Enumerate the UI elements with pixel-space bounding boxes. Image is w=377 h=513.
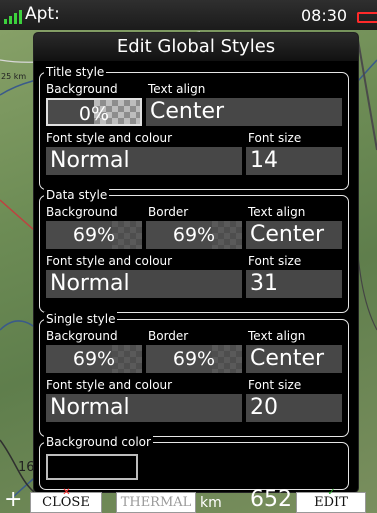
data-font-size-field[interactable]: 31: [246, 270, 342, 298]
thermal-button-label: THERMAL: [120, 495, 192, 510]
data-font-style-field[interactable]: Normal: [46, 270, 242, 298]
edit-check-icon: ✓: [327, 487, 336, 498]
single-font-style-value: Normal: [50, 395, 130, 420]
title-font-size-value: 14: [250, 148, 278, 173]
edit-global-styles-dialog: Edit Global Styles Title style Backgroun…: [34, 33, 358, 492]
data-background-label: Background: [46, 205, 118, 219]
data-text-align-field[interactable]: Center: [246, 221, 342, 249]
bottom-bar: + ✕ CLOSE THERMAL km 652 ✓ EDIT: [0, 487, 377, 513]
title-style-legend: Title style: [44, 65, 107, 79]
data-background-field[interactable]: 69%: [46, 221, 142, 249]
background-color-legend: Background color: [44, 435, 153, 449]
title-background-field[interactable]: 0%: [46, 98, 142, 126]
signal-strength-icon: [4, 8, 22, 24]
map-scale-label: 25 km: [1, 72, 27, 81]
data-text-align-value: Center: [250, 222, 325, 247]
single-font-size-label: Font size: [248, 378, 302, 392]
status-time: 08:30: [301, 6, 348, 25]
data-style-legend: Data style: [44, 188, 110, 202]
single-text-align-field[interactable]: Center: [246, 345, 342, 373]
status-bar: Apt: 08:30: [0, 0, 377, 30]
single-font-size-value: 20: [250, 395, 278, 420]
data-font-style-value: Normal: [50, 271, 130, 296]
close-mark-icon: ✕: [62, 487, 71, 498]
title-style-group: Title style Background Text align 0% Cen…: [39, 65, 349, 190]
single-background-label: Background: [46, 329, 118, 343]
data-font-style-label: Font style and colour: [46, 254, 173, 268]
data-background-value: 69%: [72, 224, 116, 246]
distance-value: 652: [250, 487, 292, 512]
single-text-align-value: Center: [250, 346, 325, 371]
title-text-align-value: Center: [150, 99, 225, 124]
distance-unit: km: [200, 495, 222, 511]
single-background-field[interactable]: 69%: [46, 345, 142, 373]
title-text-align-field[interactable]: Center: [146, 98, 342, 126]
single-style-legend: Single style: [44, 312, 118, 326]
data-font-size-label: Font size: [248, 254, 302, 268]
title-background-value: 0%: [78, 103, 110, 125]
map-edge-number: 16: [18, 460, 35, 475]
title-font-style-value: Normal: [50, 148, 130, 173]
dialog-title: Edit Global Styles: [34, 33, 358, 61]
data-font-size-value: 31: [250, 271, 278, 296]
data-border-field[interactable]: 69%: [146, 221, 242, 249]
single-border-field[interactable]: 69%: [146, 345, 242, 373]
title-background-label: Background: [46, 82, 118, 96]
single-font-style-label: Font style and colour: [46, 378, 173, 392]
zoom-plus[interactable]: +: [4, 487, 22, 512]
title-font-size-label: Font size: [248, 131, 302, 145]
single-border-label: Border: [148, 329, 189, 343]
edit-button[interactable]: ✓ EDIT: [296, 488, 366, 513]
background-color-group: Background color: [39, 435, 349, 490]
title-font-size-field[interactable]: 14: [246, 147, 342, 175]
single-border-value: 69%: [172, 348, 216, 370]
data-border-label: Border: [148, 205, 189, 219]
data-text-align-label: Text align: [248, 205, 306, 219]
thermal-button[interactable]: THERMAL: [116, 492, 196, 513]
battery-icon: [357, 12, 377, 23]
single-font-style-field[interactable]: Normal: [46, 394, 242, 422]
data-style-group: Data style Background Border Text align …: [39, 188, 349, 313]
status-title: Apt:: [25, 4, 60, 24]
data-border-value: 69%: [172, 224, 216, 246]
title-font-style-label: Font style and colour: [46, 131, 173, 145]
single-background-value: 69%: [72, 348, 116, 370]
title-text-align-label: Text align: [148, 82, 206, 96]
single-style-group: Single style Background Border Text alig…: [39, 312, 349, 437]
single-font-size-field[interactable]: 20: [246, 394, 342, 422]
single-text-align-label: Text align: [248, 329, 306, 343]
title-font-style-field[interactable]: Normal: [46, 147, 242, 175]
close-button[interactable]: ✕ CLOSE: [30, 488, 102, 513]
background-color-swatch[interactable]: [46, 454, 138, 480]
